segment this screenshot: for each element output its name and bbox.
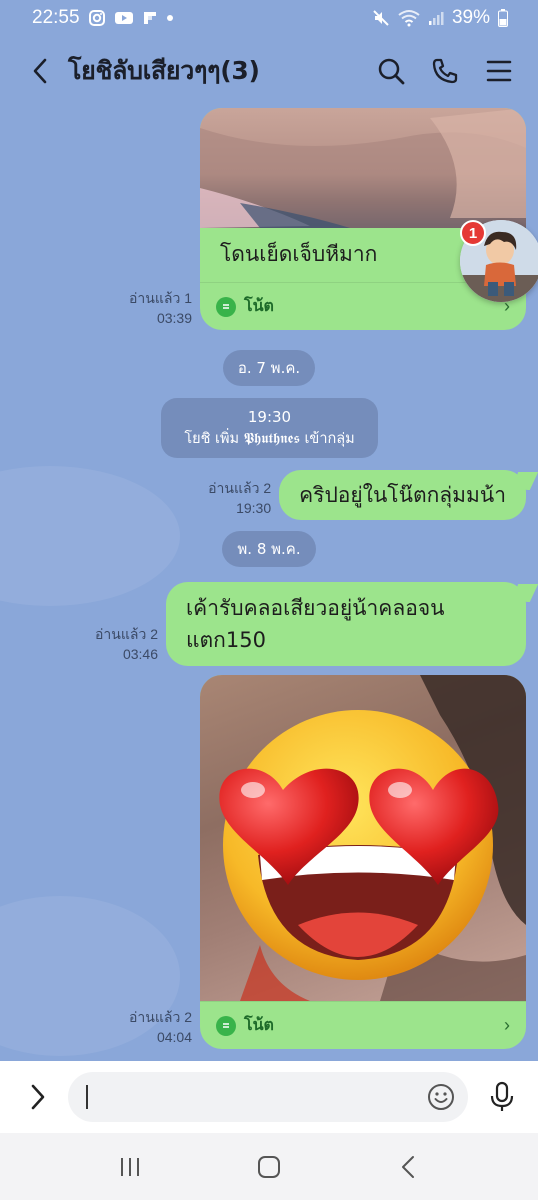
back-nav-button[interactable] [378,1147,438,1187]
message-1: อ่านแล้ว 1 03:39 โดนเย็ดเจ็บหีมาก โน้ต › [129,108,526,330]
microphone-icon [490,1081,514,1111]
chat-area[interactable]: อ่านแล้ว 1 03:39 โดนเย็ดเจ็บหีมาก โน้ต ›… [0,106,538,1061]
back-button[interactable] [20,51,60,91]
recents-button[interactable] [100,1147,160,1187]
status-time: 22:55 [32,7,80,28]
read-receipt: อ่านแล้ว 2 [129,1009,192,1025]
message-meta: อ่านแล้ว 2 19:30 [208,478,271,518]
text-caret [86,1085,88,1109]
chat-header: โยชิลับเสียวๆๆ(3) [0,36,538,106]
battery-percent: 39% [451,7,490,28]
note-link[interactable]: โน้ต › [200,1001,526,1049]
note-icon [216,296,236,317]
message-bubble[interactable]: คริปอยู่ในโน๊ตกลุ่มมน้า [279,470,526,520]
message-bubble[interactable]: เค้ารับคลอเสียวอยู่น้าคลอจน แตก150 [166,582,526,666]
heart-eyes-emoji-icon [219,710,499,980]
message-3: อ่านแล้ว 2 03:46 เค้ารับคลอเสียวอยู่น้าค… [95,582,526,666]
message-time: 19:30 [236,500,272,516]
note-label: โน้ต [244,296,274,315]
menu-icon [486,60,512,82]
chevron-right-icon [31,1084,45,1110]
read-receipt: อ่านแล้ว 2 [208,480,272,496]
read-receipt: อ่านแล้ว 1 [129,290,192,306]
system-time: 19:30 [247,408,292,426]
smiley-icon [428,1084,454,1110]
note-label: โน้ต [244,1015,274,1034]
note-card[interactable]: โดนเย็ดเจ็บหีมาก โน้ต › [200,108,526,330]
message-text-line-2: แตก150 [186,628,266,652]
wifi-icon [398,9,420,27]
message-4: อ่านแล้ว 2 04:04 โน้ต › [129,675,526,1049]
chevron-right-icon: › [504,1015,510,1035]
search-icon [378,58,405,85]
emoji-button[interactable] [426,1082,456,1112]
system-nav-bar [0,1133,538,1200]
message-2: อ่านแล้ว 2 19:30 คริปอยู่ในโน๊ตกลุ่มมน้า [208,470,526,520]
mute-icon [372,9,390,27]
message-input[interactable] [68,1072,398,1122]
voice-button[interactable] [482,1077,522,1117]
date-divider: พ. 8 พ.ค. [222,531,316,567]
search-button[interactable] [372,52,410,90]
message-time: 03:39 [156,310,192,326]
expand-button[interactable] [18,1077,58,1117]
message-meta: อ่านแล้ว 2 03:46 [95,624,158,664]
battery-icon [498,9,508,27]
recents-icon [120,1157,139,1176]
menu-button[interactable] [480,52,518,90]
home-button[interactable] [239,1147,299,1187]
status-bar: 22:55 39% [0,0,538,36]
instagram-icon [88,9,106,27]
system-message: 19:30 โยชิ เพิ่ม 𝕻𝖍𝖚𝖙𝖍𝖓𝖊𝖘 เข้ากลุ่ม [161,398,378,458]
message-text-line-1: เค้ารับคลอเสียวอยู่น้าคลอจน [186,596,445,620]
message-time: 04:04 [156,1029,192,1045]
note-card[interactable]: โน้ต › [200,675,526,1049]
message-time: 03:46 [122,646,158,662]
system-text: โยชิ เพิ่ม 𝕻𝖍𝖚𝖙𝖍𝖓𝖊𝖘 เข้ากลุ่ม [184,431,355,447]
date-divider: อ. 7 พ.ค. [223,350,315,386]
note-icon [216,1015,236,1036]
chat-title: โยชิลับเสียวๆๆ(3) [68,56,260,85]
phone-icon [432,58,458,84]
read-receipt: อ่านแล้ว 2 [95,626,158,642]
dot-icon [166,14,174,22]
flipboard-icon [142,10,158,26]
youtube-icon [114,10,134,26]
message-text: คริปอยู่ในโน๊ตกลุ่มมน้า [299,483,506,507]
message-meta: อ่านแล้ว 2 04:04 [129,1007,192,1047]
message-meta: อ่านแล้ว 1 03:39 [129,288,192,328]
message-input-bar [0,1061,538,1133]
message-input-wrapper[interactable] [68,1072,468,1122]
signal-icon [428,10,444,26]
unread-badge: 1 [460,220,486,246]
call-button[interactable] [426,52,464,90]
home-icon [257,1155,280,1178]
photo-thumbnail[interactable] [200,675,526,1001]
chevron-left-icon [33,58,47,84]
back-icon [402,1155,415,1178]
photo-thumbnail[interactable] [200,108,526,228]
